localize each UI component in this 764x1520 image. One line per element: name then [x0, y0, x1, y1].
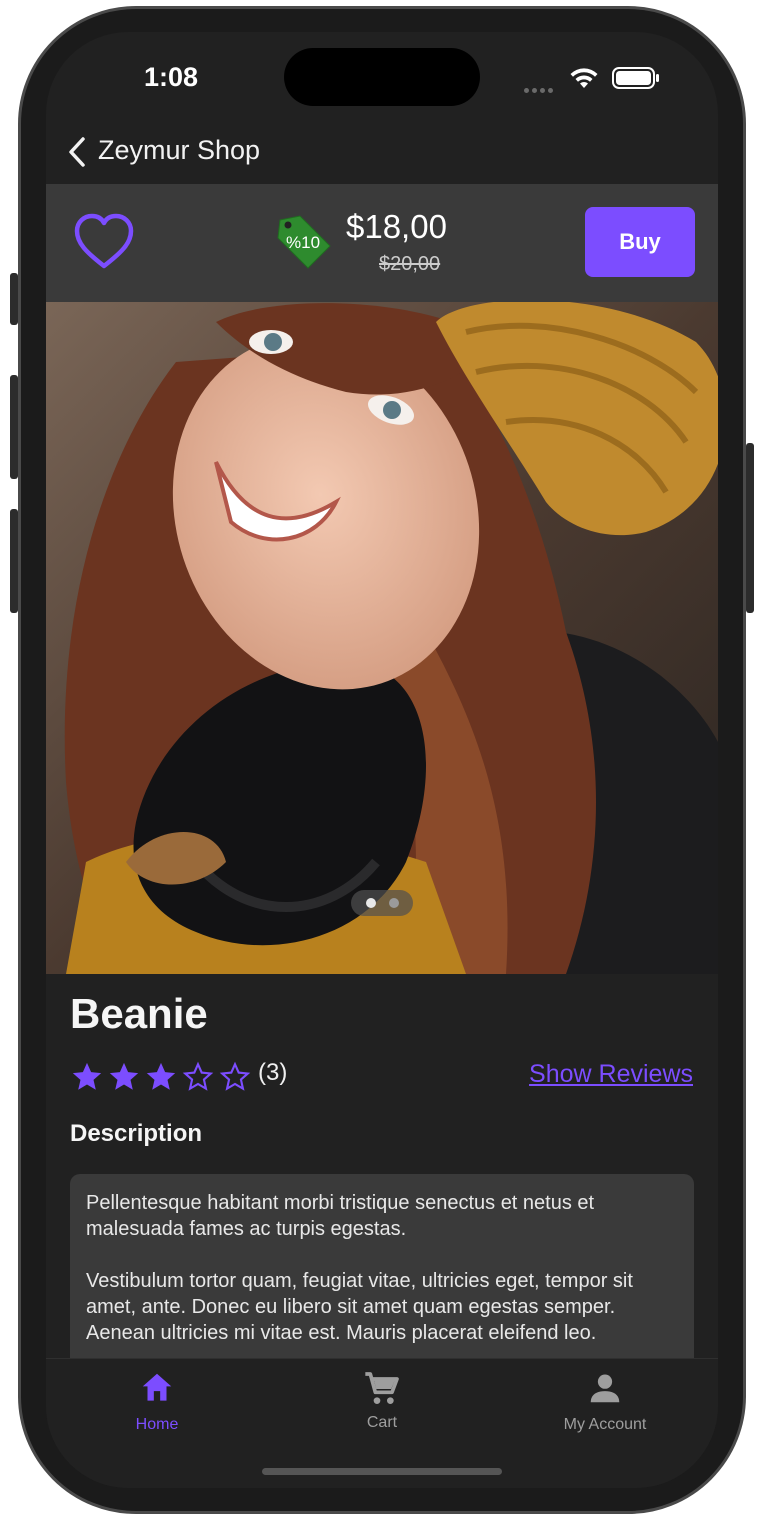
star-outline-icon [182, 1061, 214, 1091]
rating-count: (3) [258, 1059, 288, 1086]
discount-label: %10 [286, 233, 321, 252]
status-bar: 1:08 [46, 32, 718, 122]
dynamic-island [284, 48, 480, 106]
signal-icon [524, 80, 556, 98]
page-dot [389, 898, 399, 908]
cart-icon [365, 1372, 399, 1404]
description-heading: Description [70, 1120, 203, 1147]
tab-my-account-label: My Account [563, 1416, 647, 1433]
tab-cart[interactable]: Cart [302, 1369, 462, 1449]
wifi-icon [570, 68, 598, 88]
star-filled-icon [72, 1062, 102, 1090]
description-paragraph: Pellentesque habitant morbi tristique se… [86, 1192, 595, 1240]
volume-down-button [10, 509, 18, 613]
buy-button[interactable]: Buy [585, 207, 695, 277]
tab-cart-label: Cart [366, 1414, 398, 1431]
battery-icon [612, 67, 659, 89]
description-paragraph: Vestibulum tortor quam, feugiat vitae, u… [86, 1270, 633, 1344]
old-price: $20,00 [379, 253, 441, 275]
tab-home[interactable]: Home [77, 1369, 237, 1449]
product-image[interactable] [46, 302, 718, 974]
price-bar: %10 $18,00 $20,00 Buy [46, 184, 718, 302]
person-icon [590, 1374, 620, 1403]
home-indicator [262, 1468, 502, 1475]
current-price: $18,00 [346, 208, 447, 245]
description-text: Pellentesque habitant morbi tristique se… [86, 1190, 686, 1372]
screen: 1:08 Zeymur Shop %10 $18,00 $20,00 Buy B… [46, 32, 718, 1488]
product-photo [46, 302, 718, 974]
star-filled-icon [146, 1062, 176, 1090]
star-filled-icon [109, 1062, 139, 1090]
tab-home-label: Home [135, 1416, 179, 1433]
back-button-title[interactable]: Zeymur Shop [98, 135, 260, 166]
show-reviews-link[interactable]: Show Reviews [529, 1060, 693, 1089]
star-outline-icon [219, 1061, 251, 1091]
mute-switch [10, 273, 18, 325]
power-button [746, 443, 754, 613]
product-title: Beanie [70, 990, 208, 1037]
heart-icon[interactable] [72, 212, 136, 272]
page-dot-active [366, 898, 376, 908]
back-chevron-icon[interactable] [66, 136, 88, 168]
status-time: 1:08 [143, 62, 199, 92]
tab-my-account[interactable]: My Account [525, 1369, 685, 1449]
navigation-bar: Zeymur Shop [46, 122, 718, 184]
volume-up-button [10, 375, 18, 479]
home-icon [142, 1373, 172, 1401]
carousel-page-indicator[interactable] [351, 890, 413, 916]
